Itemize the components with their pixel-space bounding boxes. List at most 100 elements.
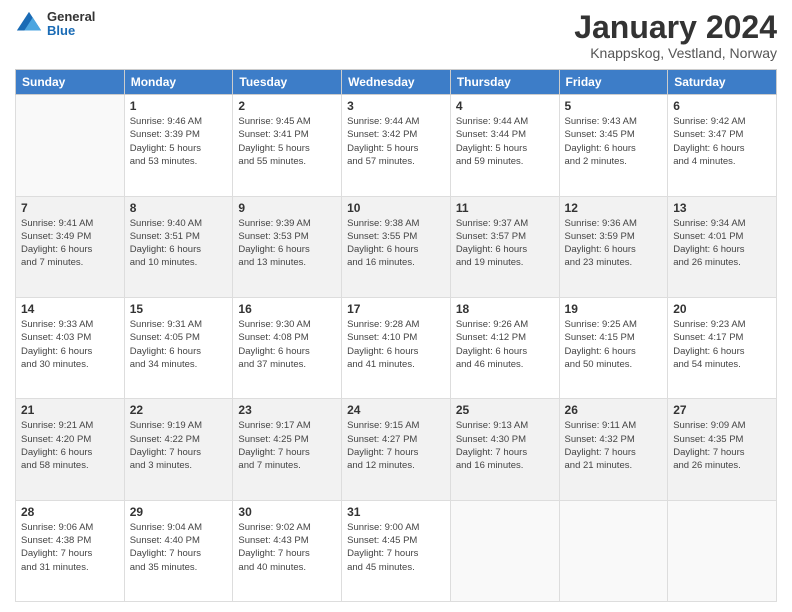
calendar-cell: [668, 500, 777, 601]
day-info: Sunrise: 9:06 AMSunset: 4:38 PMDaylight:…: [21, 521, 119, 574]
calendar-cell: 1 Sunrise: 9:46 AMSunset: 3:39 PMDaylight…: [124, 95, 233, 196]
day-number: 9: [238, 201, 336, 215]
day-number: 18: [456, 302, 554, 316]
day-info: Sunrise: 9:41 AMSunset: 3:49 PMDaylight:…: [21, 217, 119, 270]
day-info: Sunrise: 9:44 AMSunset: 3:44 PMDaylight:…: [456, 115, 554, 168]
header-row: Sunday Monday Tuesday Wednesday Thursday…: [16, 70, 777, 95]
calendar-cell: 16Sunrise: 9:30 AMSunset: 4:08 PMDayligh…: [233, 297, 342, 398]
calendar-cell: 13 Sunrise: 9:34 AMSunset: 4:01 PMDayligh…: [668, 196, 777, 297]
day-info: Sunrise: 9:19 AMSunset: 4:22 PMDaylight:…: [130, 419, 228, 472]
calendar-cell: 28Sunrise: 9:06 AMSunset: 4:38 PMDayligh…: [16, 500, 125, 601]
logo: General Blue: [15, 10, 95, 39]
day-info: Sunrise: 9:26 AMSunset: 4:12 PMDaylight:…: [456, 318, 554, 371]
day-number: 11: [456, 201, 554, 215]
day-number: 1: [130, 99, 228, 113]
day-number: 5: [565, 99, 663, 113]
logo-text: General Blue: [47, 10, 95, 39]
logo-blue: Blue: [47, 24, 95, 38]
calendar-cell: [450, 500, 559, 601]
col-thursday: Thursday: [450, 70, 559, 95]
day-number: 7: [21, 201, 119, 215]
day-info: Sunrise: 9:00 AMSunset: 4:45 PMDaylight:…: [347, 521, 445, 574]
day-info: Sunrise: 9:40 AMSunset: 3:51 PMDaylight:…: [130, 217, 228, 270]
calendar-cell: 24Sunrise: 9:15 AMSunset: 4:27 PMDayligh…: [342, 399, 451, 500]
day-number: 3: [347, 99, 445, 113]
calendar-week-4: 21Sunrise: 9:21 AMSunset: 4:20 PMDayligh…: [16, 399, 777, 500]
calendar-cell: 5 Sunrise: 9:43 AMSunset: 3:45 PMDaylight…: [559, 95, 668, 196]
day-number: 14: [21, 302, 119, 316]
day-info: Sunrise: 9:42 AMSunset: 3:47 PMDaylight:…: [673, 115, 771, 168]
day-number: 2: [238, 99, 336, 113]
calendar-cell: 4Sunrise: 9:44 AMSunset: 3:44 PMDaylight…: [450, 95, 559, 196]
day-number: 8: [130, 201, 228, 215]
calendar-cell: 31 Sunrise: 9:00 AMSunset: 4:45 PMDayligh…: [342, 500, 451, 601]
calendar-cell: 10 Sunrise: 9:38 AMSunset: 3:55 PMDayligh…: [342, 196, 451, 297]
title-area: January 2024 Knappskog, Vestland, Norway: [574, 10, 777, 61]
calendar-cell: 8 Sunrise: 9:40 AMSunset: 3:51 PMDaylight…: [124, 196, 233, 297]
day-info: Sunrise: 9:17 AMSunset: 4:25 PMDaylight:…: [238, 419, 336, 472]
calendar-cell: 22 Sunrise: 9:19 AMSunset: 4:22 PMDayligh…: [124, 399, 233, 500]
calendar-cell: 11 Sunrise: 9:37 AMSunset: 3:57 PMDayligh…: [450, 196, 559, 297]
day-info: Sunrise: 9:09 AMSunset: 4:35 PMDaylight:…: [673, 419, 771, 472]
day-number: 26: [565, 403, 663, 417]
page: General Blue January 2024 Knappskog, Ves…: [0, 0, 792, 612]
day-info: Sunrise: 9:46 AMSunset: 3:39 PMDaylight:…: [130, 115, 228, 168]
day-info: Sunrise: 9:25 AMSunset: 4:15 PMDaylight:…: [565, 318, 663, 371]
day-info: Sunrise: 9:02 AMSunset: 4:43 PMDaylight:…: [238, 521, 336, 574]
calendar-week-1: 1 Sunrise: 9:46 AMSunset: 3:39 PMDaylight…: [16, 95, 777, 196]
calendar-week-2: 7 Sunrise: 9:41 AMSunset: 3:49 PMDaylight…: [16, 196, 777, 297]
calendar-cell: 25Sunrise: 9:13 AMSunset: 4:30 PMDayligh…: [450, 399, 559, 500]
day-info: Sunrise: 9:33 AMSunset: 4:03 PMDaylight:…: [21, 318, 119, 371]
col-monday: Monday: [124, 70, 233, 95]
day-info: Sunrise: 9:21 AMSunset: 4:20 PMDaylight:…: [21, 419, 119, 472]
col-wednesday: Wednesday: [342, 70, 451, 95]
day-info: Sunrise: 9:45 AMSunset: 3:41 PMDaylight:…: [238, 115, 336, 168]
col-sunday: Sunday: [16, 70, 125, 95]
calendar-cell: 6Sunrise: 9:42 AMSunset: 3:47 PMDaylight…: [668, 95, 777, 196]
calendar-cell: 9 Sunrise: 9:39 AMSunset: 3:53 PMDaylight…: [233, 196, 342, 297]
calendar-table: Sunday Monday Tuesday Wednesday Thursday…: [15, 69, 777, 602]
day-info: Sunrise: 9:39 AMSunset: 3:53 PMDaylight:…: [238, 217, 336, 270]
col-friday: Friday: [559, 70, 668, 95]
col-tuesday: Tuesday: [233, 70, 342, 95]
day-number: 16: [238, 302, 336, 316]
day-info: Sunrise: 9:11 AMSunset: 4:32 PMDaylight:…: [565, 419, 663, 472]
day-number: 22: [130, 403, 228, 417]
calendar-cell: 26 Sunrise: 9:11 AMSunset: 4:32 PMDayligh…: [559, 399, 668, 500]
day-number: 10: [347, 201, 445, 215]
day-number: 30: [238, 505, 336, 519]
day-number: 12: [565, 201, 663, 215]
calendar-cell: 23Sunrise: 9:17 AMSunset: 4:25 PMDayligh…: [233, 399, 342, 500]
calendar-cell: 2 Sunrise: 9:45 AMSunset: 3:41 PMDaylight…: [233, 95, 342, 196]
day-info: Sunrise: 9:37 AMSunset: 3:57 PMDaylight:…: [456, 217, 554, 270]
calendar-cell: 19Sunrise: 9:25 AMSunset: 4:15 PMDayligh…: [559, 297, 668, 398]
day-info: Sunrise: 9:31 AMSunset: 4:05 PMDaylight:…: [130, 318, 228, 371]
calendar-cell: 29Sunrise: 9:04 AMSunset: 4:40 PMDayligh…: [124, 500, 233, 601]
day-number: 29: [130, 505, 228, 519]
day-info: Sunrise: 9:43 AMSunset: 3:45 PMDaylight:…: [565, 115, 663, 168]
calendar-cell: 30 Sunrise: 9:02 AMSunset: 4:43 PMDayligh…: [233, 500, 342, 601]
calendar-cell: [16, 95, 125, 196]
logo-general: General: [47, 10, 95, 24]
day-number: 20: [673, 302, 771, 316]
calendar-cell: [559, 500, 668, 601]
calendar-cell: 7 Sunrise: 9:41 AMSunset: 3:49 PMDaylight…: [16, 196, 125, 297]
day-info: Sunrise: 9:44 AMSunset: 3:42 PMDaylight:…: [347, 115, 445, 168]
day-info: Sunrise: 9:38 AMSunset: 3:55 PMDaylight:…: [347, 217, 445, 270]
location: Knappskog, Vestland, Norway: [574, 45, 777, 61]
day-number: 27: [673, 403, 771, 417]
calendar-cell: 15Sunrise: 9:31 AMSunset: 4:05 PMDayligh…: [124, 297, 233, 398]
calendar-cell: 20 Sunrise: 9:23 AMSunset: 4:17 PMDayligh…: [668, 297, 777, 398]
day-number: 13: [673, 201, 771, 215]
day-number: 31: [347, 505, 445, 519]
day-info: Sunrise: 9:23 AMSunset: 4:17 PMDaylight:…: [673, 318, 771, 371]
col-saturday: Saturday: [668, 70, 777, 95]
day-info: Sunrise: 9:34 AMSunset: 4:01 PMDaylight:…: [673, 217, 771, 270]
day-info: Sunrise: 9:28 AMSunset: 4:10 PMDaylight:…: [347, 318, 445, 371]
day-number: 25: [456, 403, 554, 417]
month-title: January 2024: [574, 10, 777, 45]
calendar-cell: 18 Sunrise: 9:26 AMSunset: 4:12 PMDayligh…: [450, 297, 559, 398]
calendar-cell: 21Sunrise: 9:21 AMSunset: 4:20 PMDayligh…: [16, 399, 125, 500]
day-number: 17: [347, 302, 445, 316]
header: General Blue January 2024 Knappskog, Ves…: [15, 10, 777, 61]
